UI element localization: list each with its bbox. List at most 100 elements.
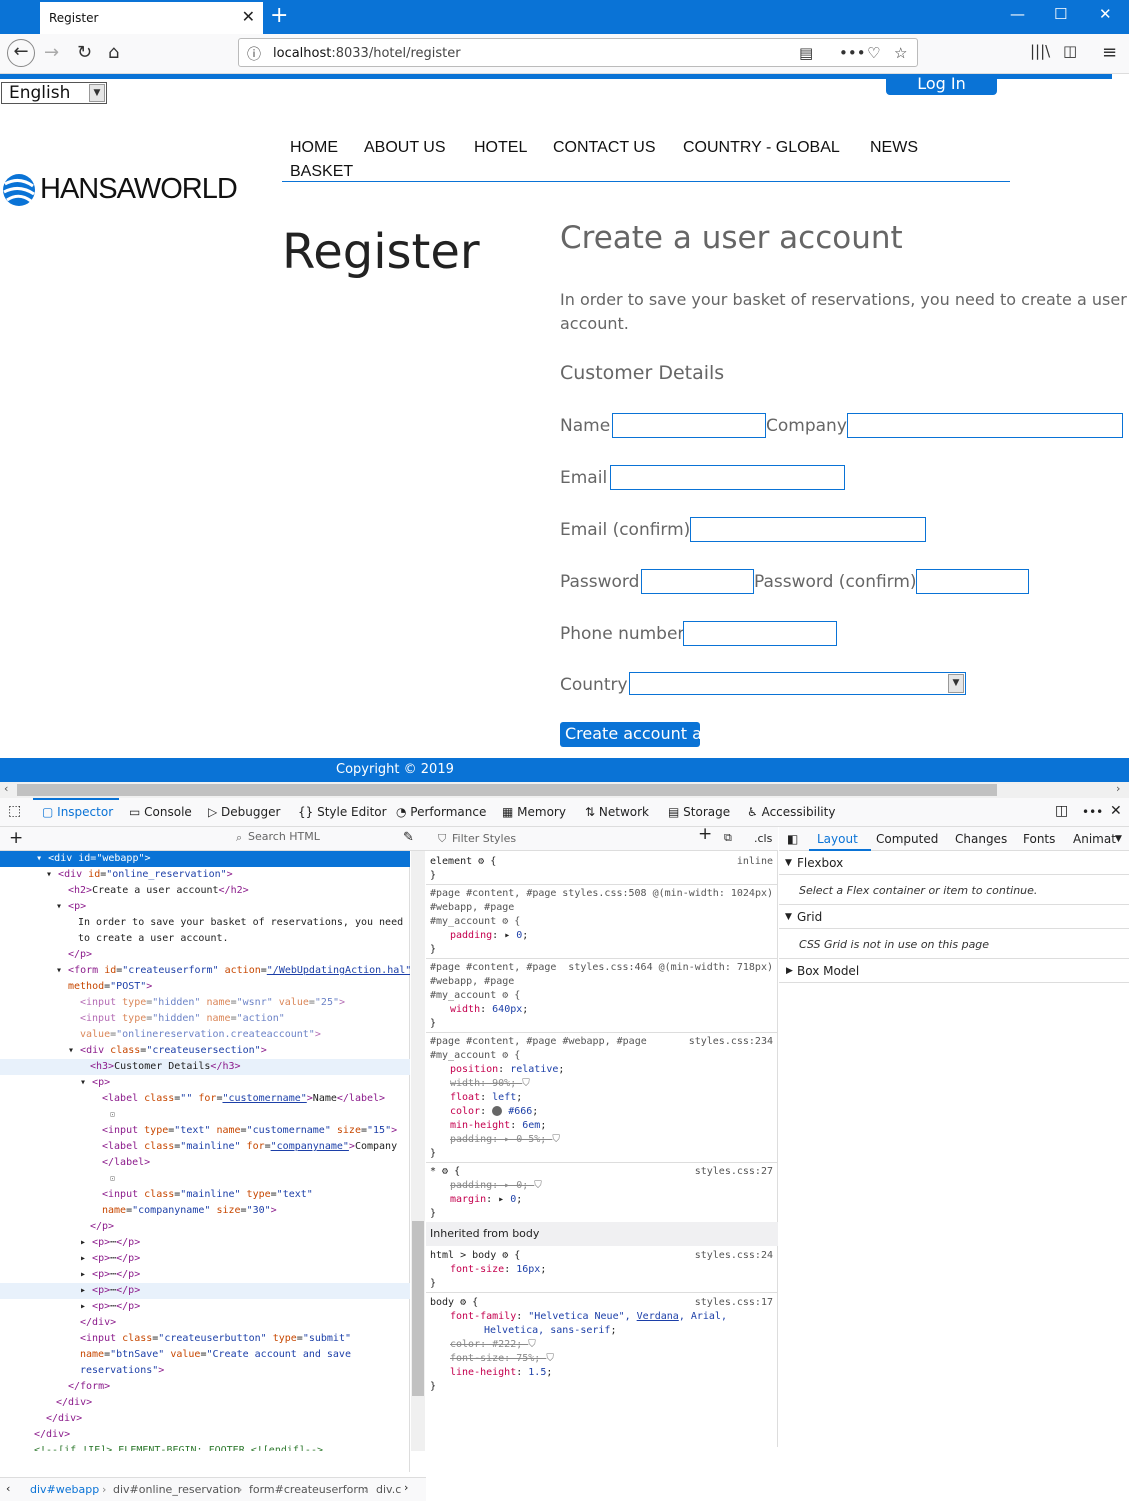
markup-node[interactable]: ▸ <p>⋯</p> (80, 1299, 140, 1315)
close-icon[interactable]: ✕ (242, 7, 255, 26)
rule-declaration[interactable]: font-size: 16px; (450, 1263, 546, 1277)
tab-storage[interactable]: ▤ Storage (668, 805, 730, 819)
scrollbar-thumb[interactable] (412, 1221, 424, 1396)
filter-styles-input[interactable]: Filter Styles (452, 832, 516, 846)
sidebar-icon[interactable]: ◫ (1063, 42, 1077, 60)
scroll-right-icon[interactable]: › (1116, 782, 1120, 795)
markup-text[interactable]: name="btnSave" value="Create account and… (80, 1347, 351, 1363)
whitespace-node[interactable]: ⊡ (110, 1171, 115, 1187)
box-model-section[interactable]: ▶ Box Model (779, 959, 1129, 983)
language-select[interactable]: English ▼ (1, 82, 107, 104)
rule-declaration[interactable]: width: 640px; (450, 1003, 528, 1017)
rule-selector[interactable]: body ⚙ { (430, 1296, 478, 1310)
tab-accessibility[interactable]: ♿ Accessibility (747, 805, 835, 819)
eyedropper-icon[interactable]: ✎ (403, 830, 414, 845)
pseudo-class-icon[interactable]: ⧉ (724, 831, 732, 845)
page-actions-icon[interactable]: ••• (839, 44, 866, 62)
grid-section[interactable]: ▼ Grid (779, 905, 1129, 929)
rule-selector[interactable]: html > body ⚙ { (430, 1249, 520, 1263)
markup-node[interactable]: </p> (90, 1219, 114, 1235)
menu-item-contact[interactable]: CONTACT US (553, 139, 656, 157)
rule-source[interactable]: styles.css:17 (695, 1296, 773, 1310)
close-devtools-icon[interactable]: ✕ (1110, 803, 1122, 819)
markup-node[interactable]: </form> (68, 1379, 110, 1395)
url-bar[interactable]: ⓘ localhost:8033/hotel/register ▤ ••• ♡ … (238, 38, 918, 67)
company-input[interactable] (847, 413, 1123, 438)
forward-icon[interactable]: → (44, 42, 59, 63)
add-rule-icon[interactable]: + (698, 826, 712, 843)
rule-selector[interactable]: #page #content, #page (430, 887, 556, 901)
breadcrumb-item[interactable]: form#createuserform (249, 1483, 368, 1496)
rule-declaration[interactable]: width: 90%; ⛉ (450, 1077, 530, 1091)
chevron-down-icon[interactable]: ▼ (1115, 834, 1122, 844)
markup-node[interactable]: <input type="hidden" name="wsnr" value="… (80, 995, 345, 1011)
markup-text[interactable]: to create a user account. (78, 931, 229, 947)
rule-source[interactable]: styles.css:464 @(min-width: 718px) (568, 961, 773, 975)
markup-node[interactable]: <h3>Customer Details</h3> (0, 1059, 410, 1075)
markup-node[interactable]: ▾ <p> (56, 899, 86, 915)
rule-declaration[interactable]: padding: ▸ 0; (450, 929, 528, 943)
markup-node[interactable]: ▾ <div id="webapp"> (0, 851, 410, 867)
markup-text[interactable]: method="POST"> (68, 979, 152, 995)
name-input[interactable] (612, 413, 766, 438)
markup-node[interactable]: ▾ <div id="online_reservation"> (46, 867, 233, 883)
tab-animations[interactable]: Animat (1073, 832, 1116, 846)
markup-text[interactable]: value="onlinereservation.createaccount"> (80, 1027, 321, 1043)
browser-tab[interactable]: Register ✕ (40, 2, 263, 34)
rule-selector[interactable]: #page #content, #page (430, 961, 556, 975)
more-options-icon[interactable]: ••• (1082, 805, 1103, 819)
tab-fonts[interactable]: Fonts (1023, 832, 1055, 846)
markup-node[interactable]: <label class="" for="customername">Name<… (102, 1091, 385, 1107)
breadcrumb-item[interactable]: div#online_reservation (113, 1483, 240, 1496)
rule-selector[interactable]: element ⚙ { (430, 855, 496, 869)
menu-item-country[interactable]: COUNTRY - GLOBAL (683, 139, 840, 157)
tab-memory[interactable]: ▦ Memory (502, 805, 566, 819)
dock-icon[interactable]: ◫ (1055, 803, 1068, 819)
breadcrumb-right-icon[interactable]: › (404, 1481, 408, 1494)
rule-declaration[interactable]: min-height: 6em; (450, 1119, 546, 1133)
password-input[interactable] (641, 569, 754, 594)
rule-declaration[interactable]: font-family: "Helvetica Neue", Verdana, … (450, 1310, 727, 1324)
vertical-scrollbar[interactable] (411, 851, 425, 1451)
markup-text[interactable]: reservations"> (80, 1363, 164, 1379)
toggle-pane-icon[interactable]: ◧ (787, 832, 798, 846)
breadcrumb-item[interactable]: div.c (376, 1483, 401, 1496)
rule-declaration[interactable]: font-size: 75%; ⛉ (450, 1352, 554, 1366)
rule-declaration[interactable]: padding: ▸ 0 5%; ⛉ (450, 1133, 560, 1147)
tab-layout[interactable]: Layout (817, 832, 858, 846)
markup-node[interactable]: <input type="text" name="customername" s… (102, 1123, 397, 1139)
rule-source[interactable]: styles.css:27 (695, 1165, 773, 1179)
markup-node[interactable]: </p> (68, 947, 92, 963)
horizontal-scrollbar[interactable]: ‹ › (0, 782, 1129, 798)
rule-declaration[interactable]: position: relative; (450, 1063, 564, 1077)
rule-declaration[interactable]: padding: ▸ 0; ⛉ (450, 1179, 542, 1193)
rule-declaration[interactable]: color: #666; (450, 1105, 538, 1119)
tab-performance[interactable]: ◔ Performance (396, 805, 486, 819)
rule-selector[interactable]: #my_account ⚙ { (430, 915, 520, 929)
markup-node[interactable]: <label class="mainline" for="companyname… (102, 1139, 397, 1155)
phone-input[interactable] (683, 621, 837, 646)
tab-computed[interactable]: Computed (876, 832, 938, 846)
menu-icon[interactable]: ≡ (1102, 42, 1117, 63)
breadcrumb-left-icon[interactable]: ‹ (6, 1482, 10, 1495)
menu-item-home[interactable]: HOME (290, 139, 338, 157)
markup-node[interactable]: ▸ <p>⋯</p> (0, 1283, 410, 1299)
color-swatch[interactable] (492, 1106, 503, 1116)
reader-view-icon[interactable]: ▤ (799, 44, 813, 62)
rule-source[interactable]: styles.css:24 (695, 1249, 773, 1263)
scrollbar-thumb[interactable] (17, 784, 997, 796)
tab-style-editor[interactable]: {} Style Editor (298, 805, 387, 819)
minimize-icon[interactable]: — (1010, 5, 1025, 23)
markup-node[interactable]: </div> (46, 1411, 82, 1427)
markup-node[interactable]: </div> (80, 1315, 116, 1331)
rule-source[interactable]: styles.css:508 @(min-width: 1024px) (562, 887, 773, 901)
url-text[interactable]: localhost:8033/hotel/register (273, 46, 461, 61)
menu-item-basket[interactable]: BASKET (290, 163, 353, 181)
rule-selector[interactable]: #page #content, #page #webapp, #page (430, 1035, 647, 1049)
markup-node[interactable]: </label> (102, 1155, 150, 1171)
rule-selector[interactable]: * ⚙ { (430, 1165, 460, 1179)
pocket-icon[interactable]: ♡ (867, 44, 880, 62)
rule-declaration[interactable]: line-height: 1.5; (450, 1366, 552, 1380)
rule-declaration[interactable]: color: #222; ⛉ (450, 1338, 536, 1352)
markup-node[interactable]: </div> (34, 1427, 70, 1443)
